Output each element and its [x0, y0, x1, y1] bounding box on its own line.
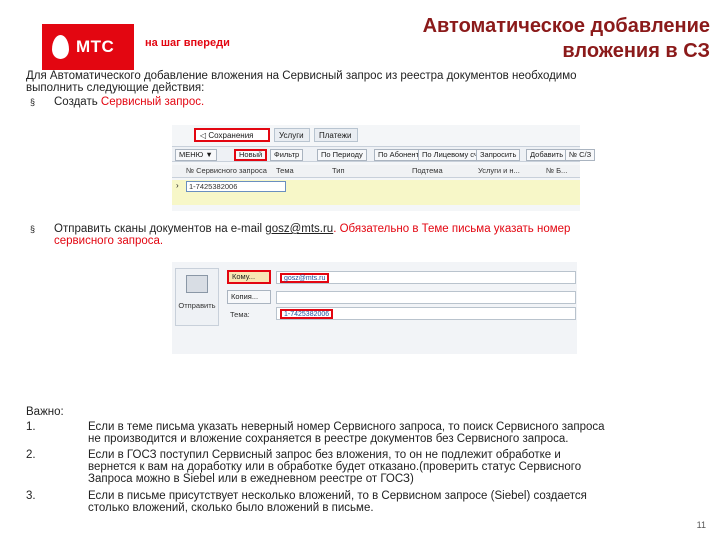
- important-heading: Важно:: [26, 406, 64, 418]
- col-services[interactable]: Услуги и н...: [478, 166, 520, 175]
- screenshot-service-request: ◁ Сохранения Услуги Платежи МЕНЮ ▼ Новый…: [172, 125, 596, 211]
- send-button[interactable]: Отправить: [175, 268, 219, 326]
- step-1-text: Создать Сервисный запрос.: [54, 96, 204, 108]
- cc-button[interactable]: Копия...: [227, 290, 271, 304]
- col-sr-number[interactable]: № Сервисного запроса: [186, 166, 267, 175]
- col-subtopic[interactable]: Подтема: [412, 166, 443, 175]
- title-line-2: вложения в СЗ: [562, 40, 710, 62]
- send-icon: [186, 275, 208, 293]
- step-1-link: Сервисный запрос.: [100, 96, 205, 108]
- tab-services[interactable]: Услуги: [274, 128, 310, 142]
- col-type[interactable]: Тип: [332, 166, 345, 175]
- page-number: 11: [696, 520, 706, 530]
- important-3-line-2: столько вложений, сколько было вложений …: [88, 502, 374, 514]
- step-1-prefix: Создать: [54, 96, 101, 108]
- row-sr-number[interactable]: 1-7425382006: [186, 181, 286, 192]
- important-2-line-3: Запроса можно в Siebel или в ежедневном …: [88, 473, 414, 485]
- tab-saves[interactable]: ◁ Сохранения: [194, 128, 270, 142]
- intro-line-1: Для Автоматического добавление вложения …: [26, 70, 577, 82]
- bullet-2: §: [30, 224, 36, 234]
- by-period-button[interactable]: По Периоду: [317, 149, 367, 161]
- egg-icon: [52, 35, 69, 59]
- logo-text: МТС: [76, 37, 115, 56]
- bullet-1: §: [30, 97, 36, 107]
- important-2-line-1: Если в ГОСЗ поступил Сервисный запрос бе…: [88, 449, 561, 461]
- tab-payments[interactable]: Платежи: [314, 128, 358, 142]
- subject-field[interactable]: 1-7425382006: [276, 307, 576, 320]
- add-button[interactable]: Добавить: [526, 149, 568, 161]
- important-2-line-2: вернется к вам на доработку или в обрабо…: [88, 461, 582, 473]
- to-button[interactable]: Кому...: [227, 270, 271, 284]
- subject-value: 1-7425382006: [280, 309, 334, 319]
- request-button[interactable]: Запросить: [476, 149, 521, 161]
- step-2-email[interactable]: gosz@mts.ru: [265, 223, 333, 235]
- table-header: № Сервисного запроса Тема Тип Подтема Ус…: [172, 165, 580, 178]
- table-row[interactable]: › 1-7425382006: [172, 180, 580, 193]
- screenshot-email: Отправить Кому... gosz@mts.ru Копия... Т…: [172, 262, 577, 354]
- step-2-note: . Обязательно в Теме письма указать номе…: [333, 223, 571, 235]
- page-title: Автоматическое добавление вложения в СЗ: [370, 14, 710, 64]
- to-value: gosz@mts.ru: [280, 273, 330, 283]
- step-2-line-2: сервисного запроса.: [54, 235, 164, 247]
- menu-button[interactable]: МЕНЮ ▼: [175, 149, 217, 161]
- col-subject[interactable]: Тема: [276, 166, 294, 175]
- subject-label: Тема:: [230, 310, 250, 319]
- new-button[interactable]: Новый: [234, 149, 268, 161]
- step-2-prefix: Отправить сканы документов на e-mail: [54, 223, 266, 235]
- important-num-2: 2.: [26, 449, 36, 461]
- important-num-1: 1.: [26, 421, 36, 433]
- important-1-line-2: не производится и вложение сохраняется в…: [88, 433, 569, 445]
- mts-logo: МТС: [42, 24, 134, 70]
- cc-field[interactable]: [276, 291, 576, 304]
- intro-line-2: выполнить следующие действия:: [26, 82, 205, 94]
- col-b[interactable]: № Б...: [546, 166, 567, 175]
- sr-number-button[interactable]: № С/З: [565, 149, 596, 161]
- important-3-line-1: Если в письме присутствует несколько вло…: [88, 490, 587, 502]
- row-selector-icon: ›: [176, 181, 179, 190]
- table-row-empty: [172, 193, 580, 205]
- slogan: на шаг впереди: [145, 37, 230, 49]
- title-line-1: Автоматическое добавление: [422, 15, 710, 37]
- toolbar: МЕНЮ ▼ Новый Фильтр По Периоду По Абонен…: [172, 146, 596, 162]
- important-num-3: 3.: [26, 490, 36, 502]
- to-field[interactable]: gosz@mts.ru: [276, 271, 576, 284]
- filter-button[interactable]: Фильтр: [270, 149, 304, 161]
- important-1-line-1: Если в теме письма указать неверный номе…: [88, 421, 605, 433]
- step-2-line-1: Отправить сканы документов на e-mail gos…: [54, 223, 570, 235]
